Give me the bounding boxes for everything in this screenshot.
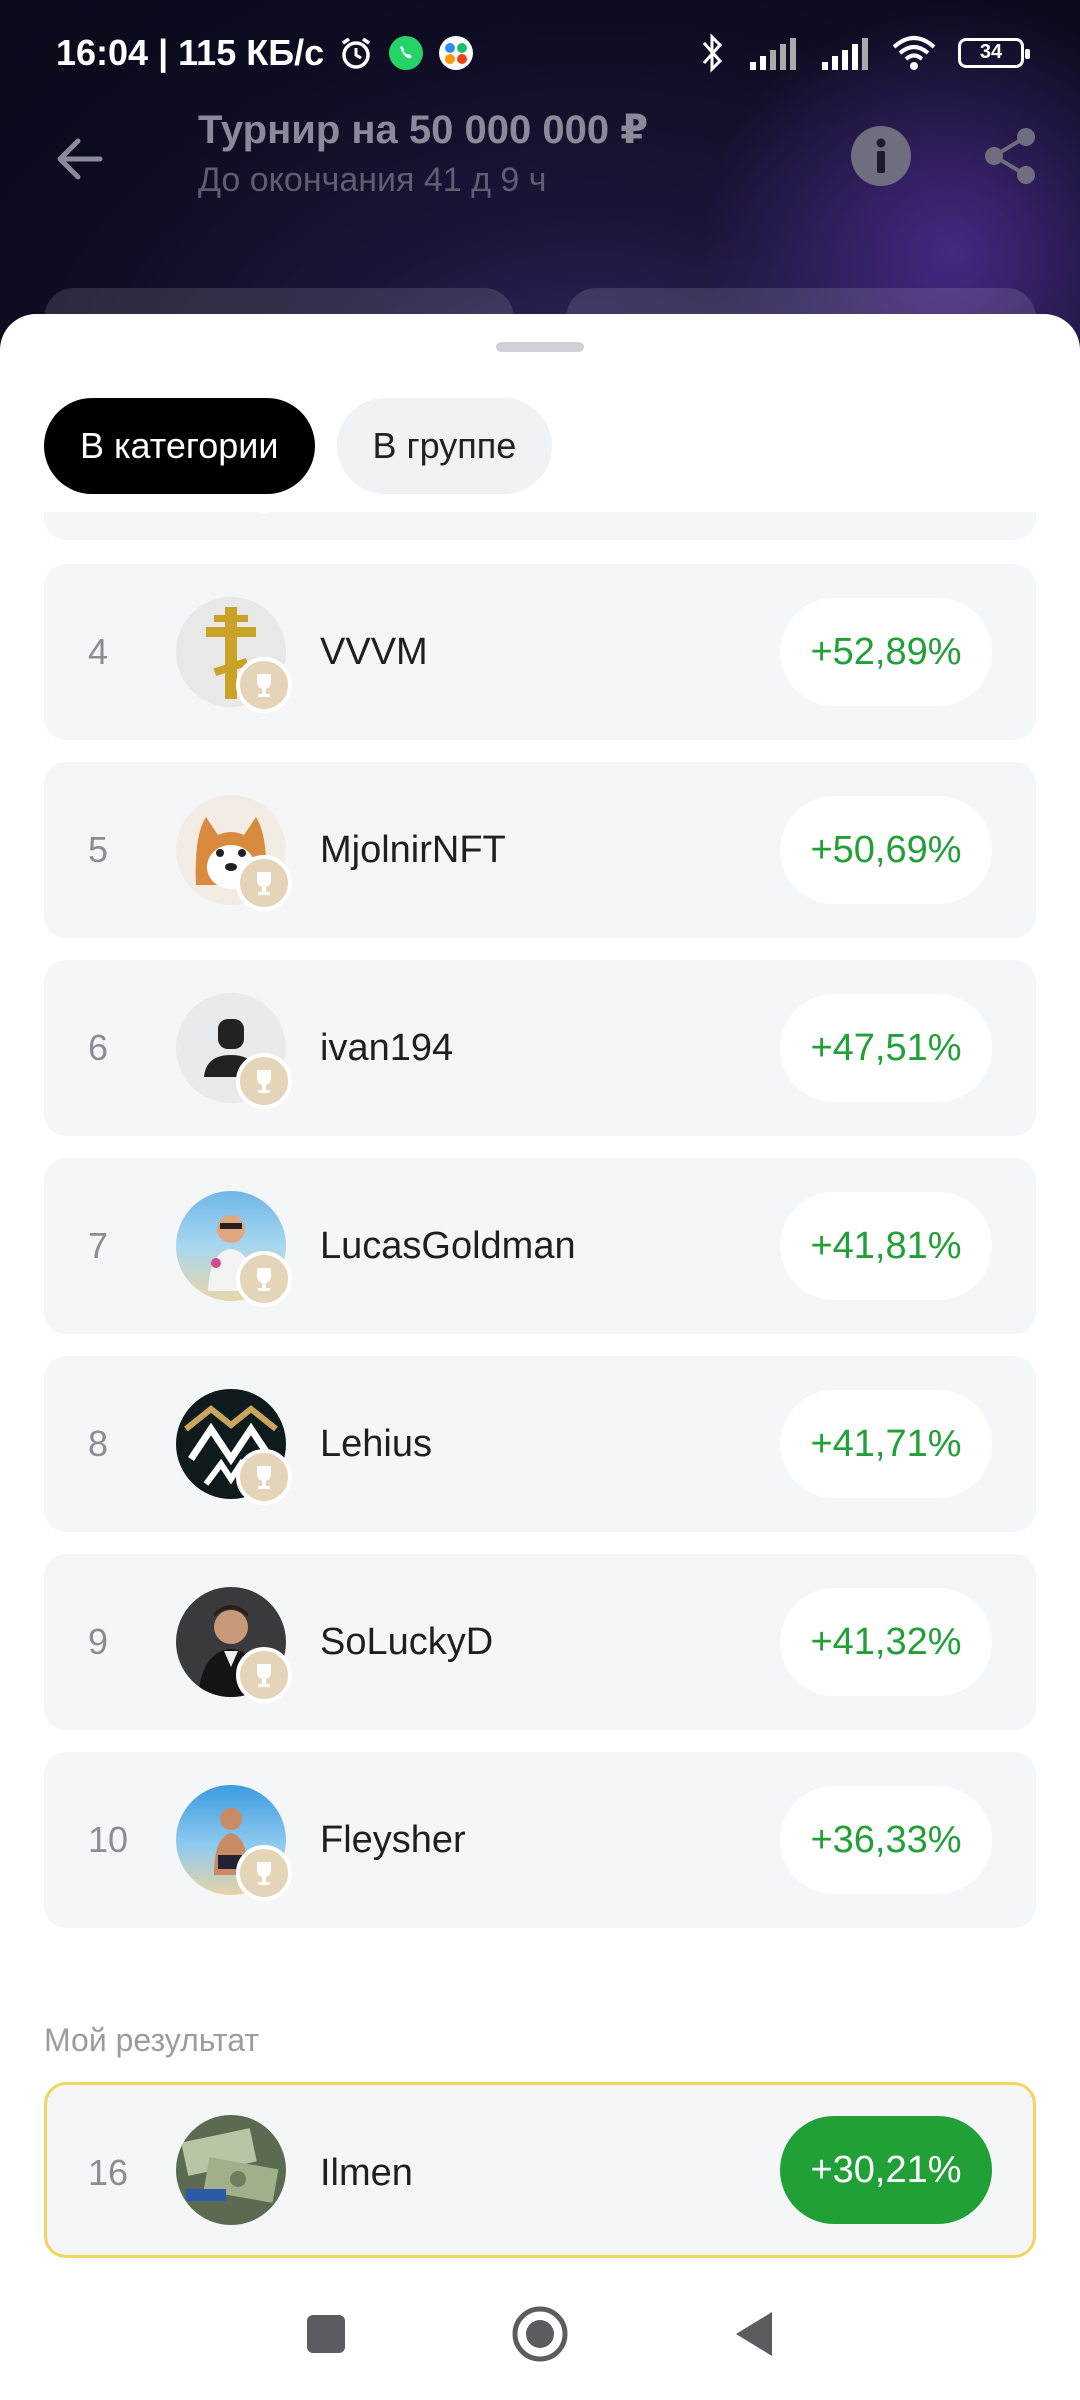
username: Lehius (320, 1422, 432, 1465)
home-circle-icon[interactable] (508, 2302, 572, 2366)
alarm-icon (338, 35, 374, 71)
result-badge: +36,33% (780, 1786, 992, 1894)
username: LucasGoldman (320, 1224, 576, 1267)
sheet-drag-handle[interactable] (496, 342, 584, 352)
trophy-icon (236, 657, 292, 713)
username: MjolnirNFT (320, 828, 506, 871)
signal-icon (820, 36, 870, 70)
share-icon[interactable] (980, 125, 1042, 187)
result-badge: +52,89% (780, 598, 992, 706)
system-nav-bar (0, 2268, 1080, 2400)
table-row[interactable]: 7 LucasGoldman +41,81% (44, 1158, 1036, 1334)
rank-number: 7 (88, 1225, 109, 1266)
avatar (176, 1587, 292, 1703)
username: VVVM (320, 630, 428, 673)
rank-number: 8 (88, 1423, 109, 1464)
tabs: В категории В группе (44, 398, 553, 494)
my-result-label: Мой результат (44, 2022, 259, 2058)
page-subtitle: До окончания 41 д 9 ч (198, 161, 547, 199)
table-row[interactable]: 6 ivan194 +47,51% (44, 960, 1036, 1136)
avatar (176, 2115, 286, 2225)
table-row[interactable]: 9 SoLuckyD +41,32% (44, 1554, 1036, 1730)
info-icon[interactable] (850, 125, 912, 187)
result-badge: +41,32% (780, 1588, 992, 1696)
result-badge: +41,81% (780, 1192, 992, 1300)
avatar (176, 597, 292, 713)
table-row[interactable]: 4 VVVM +52,89% (44, 564, 1036, 740)
leaderboard-list[interactable]: 4 VVVM +52,89% 5 MjolnirNFT +50,69% 6 iv… (0, 512, 1080, 2272)
trophy-icon (236, 1647, 292, 1703)
result-badge: +50,69% (780, 796, 992, 904)
page-title: Турнир на 50 000 000 ₽ (198, 108, 649, 152)
avatar (176, 1191, 292, 1307)
trophy-icon (236, 855, 292, 911)
app-header: Турнир на 50 000 000 ₽ До окончания 41 д… (0, 105, 1080, 215)
avatar (176, 1389, 292, 1505)
colorful-app-icon (438, 35, 474, 71)
username: Fleysher (320, 1818, 466, 1861)
table-row[interactable]: 5 MjolnirNFT +50,69% (44, 762, 1036, 938)
bluetooth-icon (698, 32, 726, 73)
rank-number: 4 (88, 631, 109, 672)
rank-number: 6 (88, 1027, 109, 1068)
result-badge: +30,21% (780, 2116, 992, 2224)
recents-square-icon[interactable] (294, 2302, 358, 2366)
table-row[interactable]: 10 Fleysher +36,33% (44, 1752, 1036, 1928)
my-result-row[interactable]: 16 Ilmen +30,21% (44, 2082, 1036, 2258)
trophy-icon (236, 1251, 292, 1307)
wifi-icon (892, 35, 936, 71)
trophy-icon (236, 1449, 292, 1505)
signal-icon (748, 36, 798, 70)
back-arrow-icon[interactable] (50, 129, 110, 189)
username: Ilmen (320, 2151, 413, 2194)
tab-category[interactable]: В категории (44, 398, 315, 494)
header-titles: Турнир на 50 000 000 ₽ До окончания 41 д… (198, 107, 648, 200)
rank-number: 9 (88, 1621, 109, 1662)
username: ivan194 (320, 1026, 454, 1069)
avatar (176, 993, 292, 1109)
tab-group[interactable]: В группе (336, 398, 553, 494)
whatsapp-icon (388, 35, 424, 71)
avatar (176, 1785, 292, 1901)
result-badge: +47,51% (780, 994, 992, 1102)
status-bar: 16:04 | 115 КБ/с 34 (0, 0, 1080, 105)
rank-number: 16 (88, 2152, 129, 2193)
table-row[interactable] (44, 512, 1036, 540)
trophy-icon (236, 1053, 292, 1109)
result-badge: +41,71% (780, 1390, 992, 1498)
back-triangle-icon[interactable] (722, 2302, 786, 2366)
battery-icon: 34 (958, 37, 1030, 68)
status-time-speed: 16:04 | 115 КБ/с (56, 31, 325, 73)
table-row[interactable]: 8 Lehius +41,71% (44, 1356, 1036, 1532)
money-icon (176, 2115, 286, 2225)
rank-number: 10 (88, 1819, 129, 1860)
rank-number: 5 (88, 829, 109, 870)
avatar (176, 795, 292, 911)
trophy-icon (236, 1845, 292, 1901)
username: SoLuckyD (320, 1620, 494, 1663)
trophy-icon (236, 512, 292, 513)
